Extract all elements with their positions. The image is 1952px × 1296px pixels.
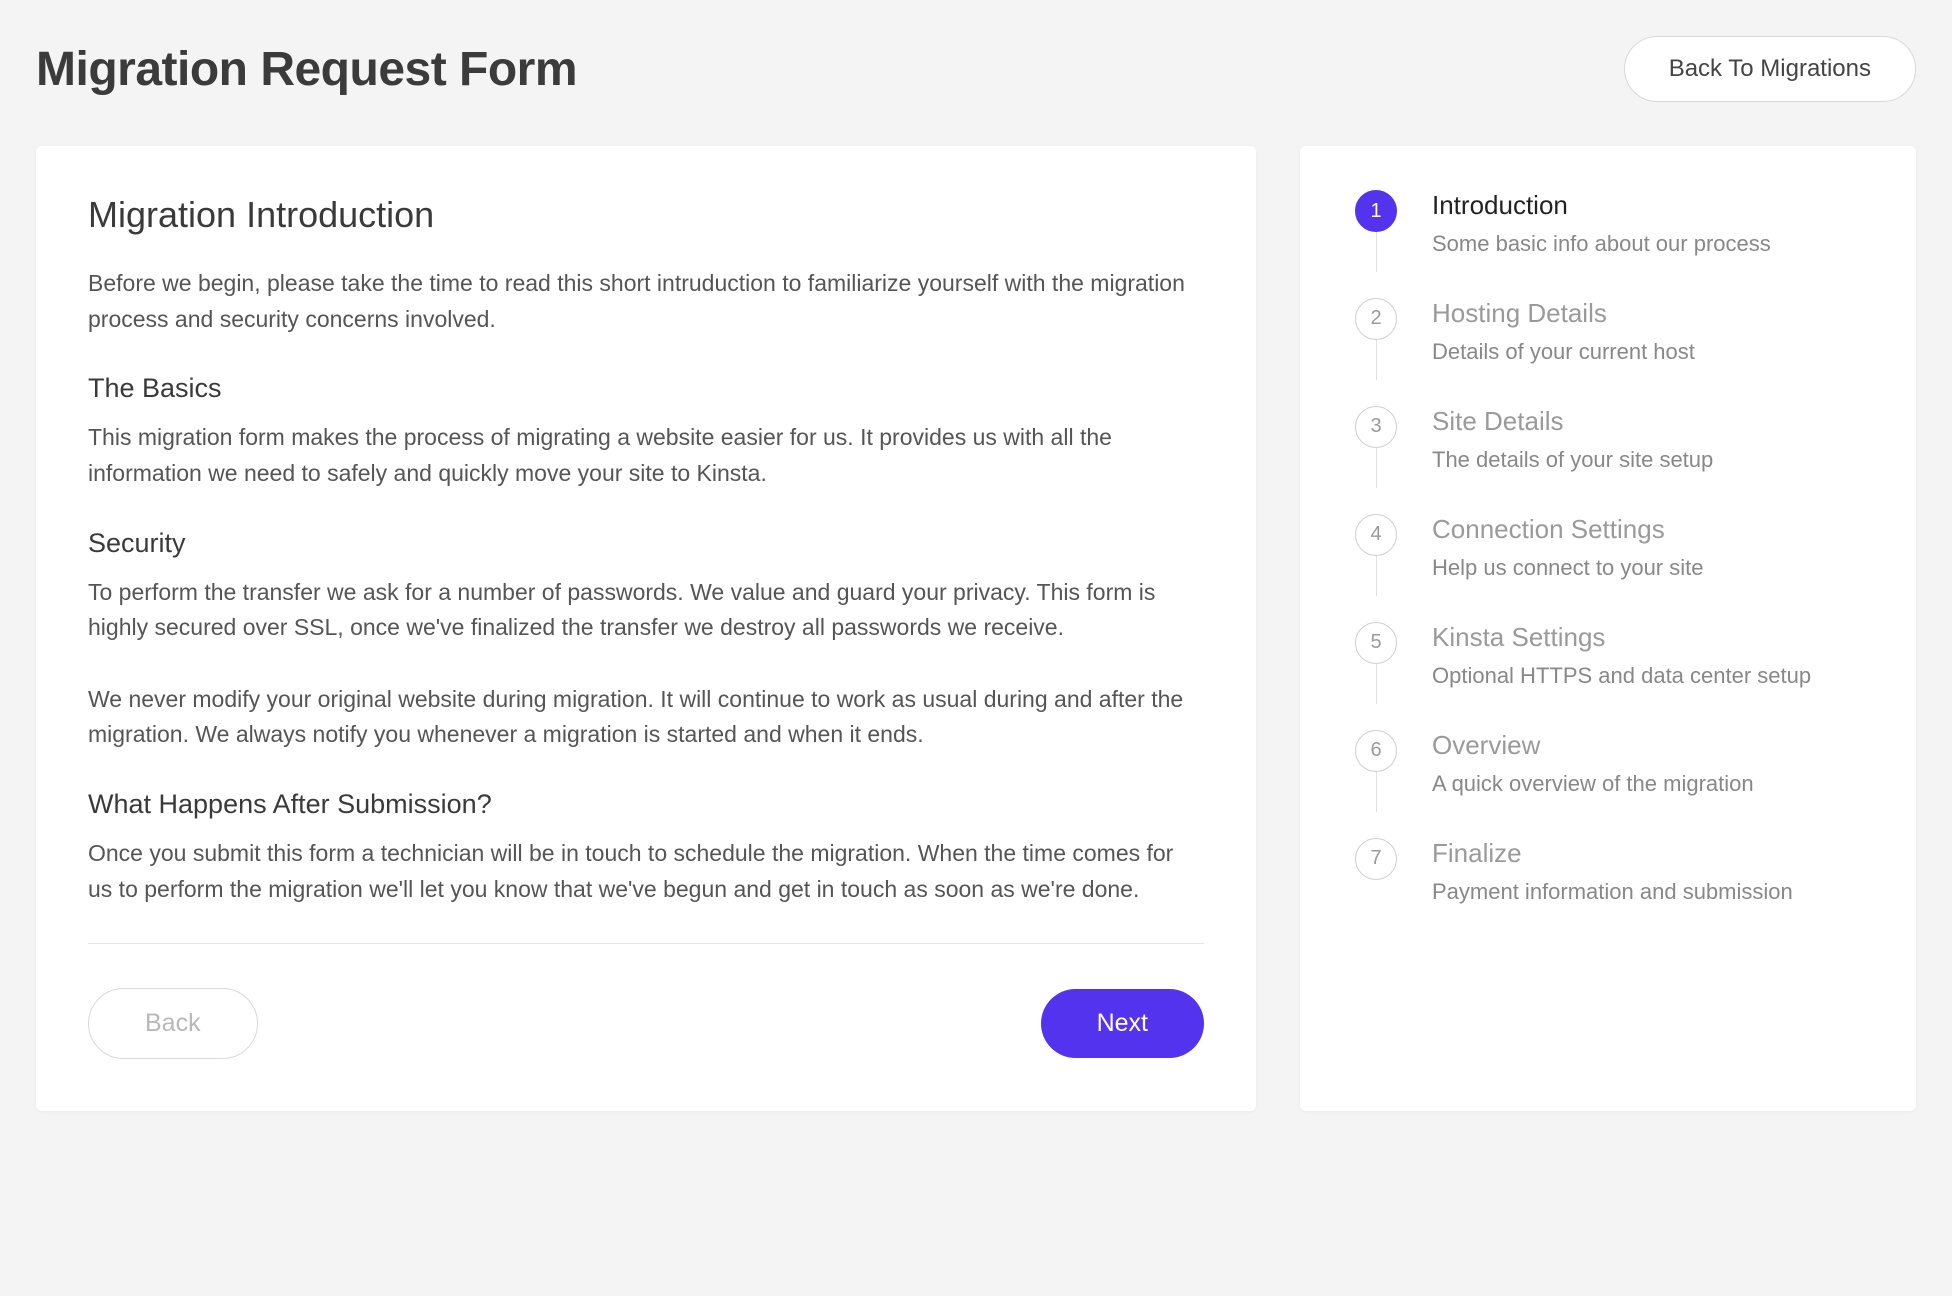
step-text: Kinsta Settings Optional HTTPS and data c…: [1404, 622, 1872, 730]
step-number-circle: 2: [1355, 298, 1397, 340]
steps-card: 1 Introduction Some basic info about our p…: [1300, 146, 1916, 1111]
step-indicator-column: 2: [1348, 298, 1404, 380]
section-title: Migration Introduction: [88, 194, 1204, 236]
after-body: Once you submit this form a technician w…: [88, 836, 1204, 907]
back-to-migrations-button[interactable]: Back To Migrations: [1624, 36, 1916, 102]
step-connector: [1376, 448, 1377, 488]
step-indicator-column: 6: [1348, 730, 1404, 812]
step-title: Connection Settings: [1432, 514, 1872, 545]
back-button[interactable]: Back: [88, 988, 258, 1059]
step-number-circle: 1: [1355, 190, 1397, 232]
security-body-2: We never modify your original website du…: [88, 682, 1204, 753]
step-number-circle: 6: [1355, 730, 1397, 772]
page-header: Migration Request Form Back To Migration…: [36, 36, 1916, 102]
step-text: Finalize Payment information and submissi…: [1404, 838, 1872, 908]
step-item[interactable]: 6 Overview A quick overview of the migrati…: [1348, 730, 1872, 838]
next-button[interactable]: Next: [1041, 989, 1204, 1058]
step-title: Hosting Details: [1432, 298, 1872, 329]
page-title: Migration Request Form: [36, 42, 577, 97]
step-text: Introduction Some basic info about our pr…: [1404, 190, 1872, 298]
step-text: Connection Settings Help us connect to yo…: [1404, 514, 1872, 622]
step-item[interactable]: 7 Finalize Payment information and submiss…: [1348, 838, 1872, 908]
step-connector: [1376, 556, 1377, 596]
step-description: Optional HTTPS and data center setup: [1432, 661, 1872, 692]
step-description: Help us connect to your site: [1432, 553, 1872, 584]
step-item[interactable]: 3 Site Details The details of your site se…: [1348, 406, 1872, 514]
step-title: Introduction: [1432, 190, 1872, 221]
step-title: Overview: [1432, 730, 1872, 761]
security-heading: Security: [88, 528, 1204, 559]
step-description: The details of your site setup: [1432, 445, 1872, 476]
step-number-circle: 4: [1355, 514, 1397, 556]
step-description: Details of your current host: [1432, 337, 1872, 368]
step-indicator-column: 4: [1348, 514, 1404, 596]
step-text: Overview A quick overview of the migratio…: [1404, 730, 1872, 838]
after-heading: What Happens After Submission?: [88, 789, 1204, 820]
step-text: Hosting Details Details of your current h…: [1404, 298, 1872, 406]
step-item[interactable]: 5 Kinsta Settings Optional HTTPS and data …: [1348, 622, 1872, 730]
step-title: Site Details: [1432, 406, 1872, 437]
step-connector: [1376, 772, 1377, 812]
step-indicator-column: 5: [1348, 622, 1404, 704]
main-content-card: Migration Introduction Before we begin, …: [36, 146, 1256, 1111]
nav-button-row: Back Next: [88, 988, 1204, 1059]
step-title: Finalize: [1432, 838, 1872, 869]
step-connector: [1376, 232, 1377, 272]
step-connector: [1376, 340, 1377, 380]
step-title: Kinsta Settings: [1432, 622, 1872, 653]
intro-paragraph: Before we begin, please take the time to…: [88, 266, 1204, 337]
divider: [88, 943, 1204, 944]
step-indicator-column: 7: [1348, 838, 1404, 880]
step-item[interactable]: 2 Hosting Details Details of your current …: [1348, 298, 1872, 406]
step-indicator-column: 3: [1348, 406, 1404, 488]
basics-heading: The Basics: [88, 373, 1204, 404]
step-description: Some basic info about our process: [1432, 229, 1872, 260]
step-connector: [1376, 664, 1377, 704]
basics-body: This migration form makes the process of…: [88, 420, 1204, 491]
step-item[interactable]: 4 Connection Settings Help us connect to y…: [1348, 514, 1872, 622]
step-text: Site Details The details of your site set…: [1404, 406, 1872, 514]
step-item[interactable]: 1 Introduction Some basic info about our p…: [1348, 190, 1872, 298]
step-number-circle: 5: [1355, 622, 1397, 664]
step-number-circle: 3: [1355, 406, 1397, 448]
step-number-circle: 7: [1355, 838, 1397, 880]
security-body-1: To perform the transfer we ask for a num…: [88, 575, 1204, 646]
step-indicator-column: 1: [1348, 190, 1404, 272]
step-description: Payment information and submission: [1432, 877, 1872, 908]
step-description: A quick overview of the migration: [1432, 769, 1872, 800]
